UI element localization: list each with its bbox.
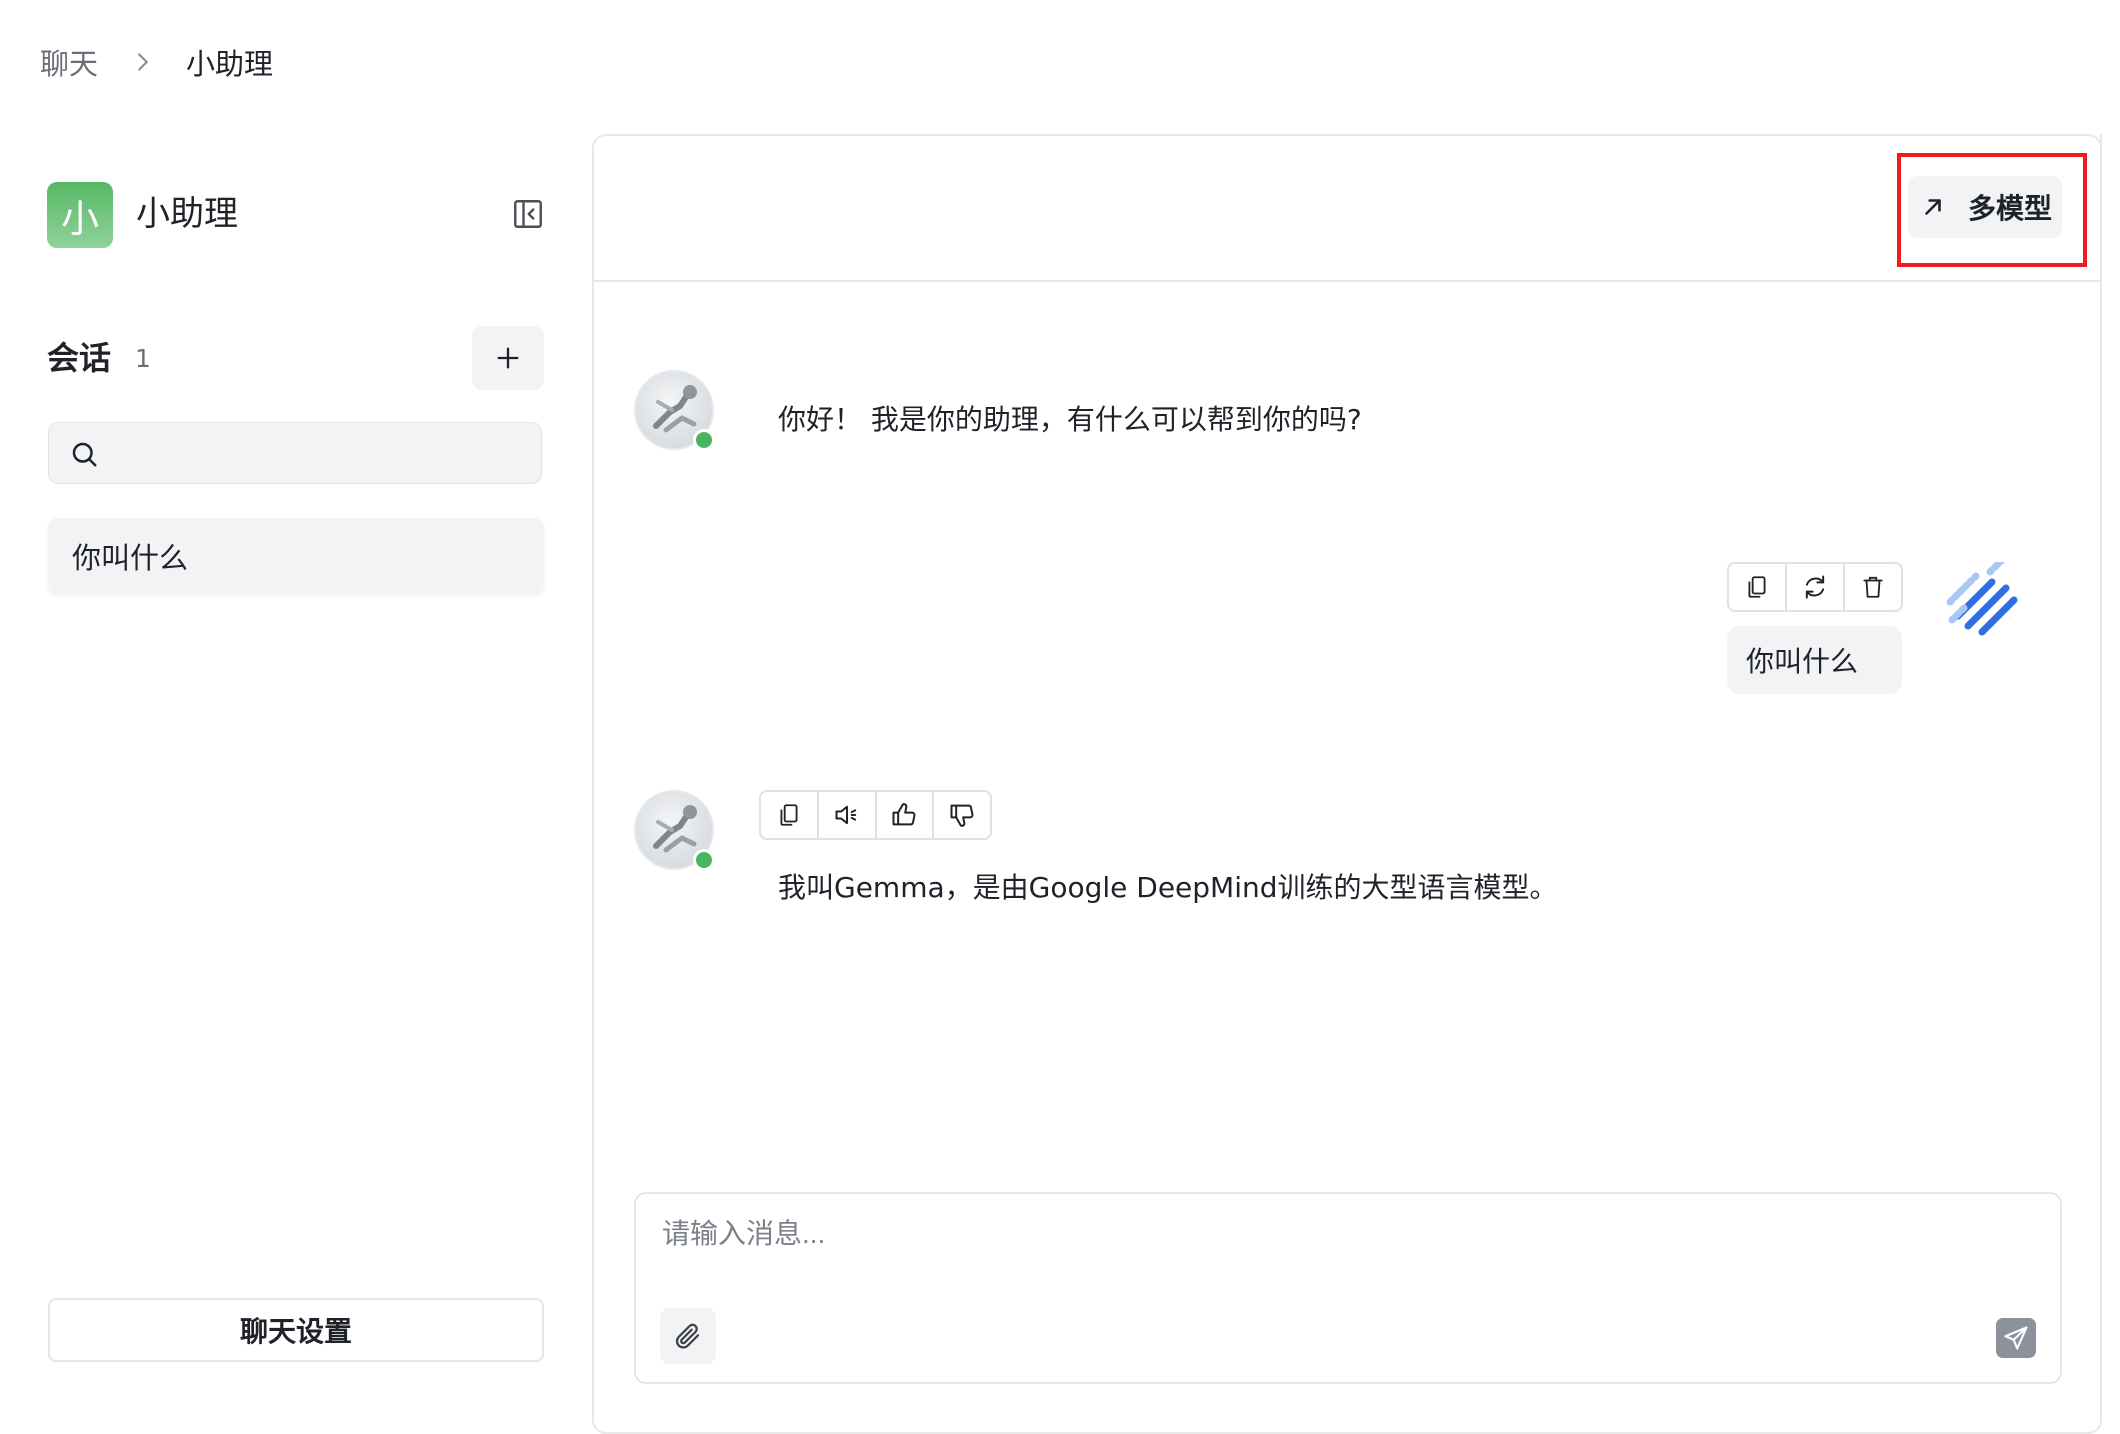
assistant-message-actions: [759, 790, 992, 840]
panel-edge: [2100, 134, 2102, 1412]
conversations-count: 1: [135, 344, 151, 373]
online-status-dot: [693, 849, 715, 871]
regenerate-button[interactable]: [1787, 564, 1845, 610]
app-avatar: 小: [47, 182, 113, 248]
user-message-text: 你叫什么: [1746, 645, 1859, 678]
thumbs-up-icon: [892, 803, 916, 826]
conversation-item-label: 你叫什么: [72, 541, 189, 575]
attach-button[interactable]: [660, 1308, 716, 1364]
user-message-bubble: 你叫什么: [1727, 626, 1902, 694]
message-input[interactable]: [660, 1210, 2034, 1274]
dislike-button[interactable]: [934, 792, 990, 838]
conversation-item[interactable]: 你叫什么: [48, 518, 544, 594]
conversation-search[interactable]: [48, 422, 542, 485]
user-avatar: [1944, 562, 2020, 638]
message-input-box: [634, 1192, 2062, 1384]
breadcrumb-current: 小助理: [186, 47, 274, 81]
chat-settings-button[interactable]: 聊天设置: [48, 1298, 544, 1362]
plus-icon: [497, 347, 519, 369]
conversations-title: 会话: [47, 339, 112, 377]
read-aloud-button[interactable]: [819, 792, 877, 838]
copy-button[interactable]: [761, 792, 819, 838]
user-message-actions: [1727, 562, 1903, 612]
breadcrumb-chat-link[interactable]: 聊天: [40, 41, 98, 83]
copy-icon: [1748, 576, 1766, 598]
send-button[interactable]: [1996, 1318, 2036, 1358]
copy-button[interactable]: [1729, 564, 1787, 610]
online-status-dot: [693, 429, 715, 451]
speaker-icon: [835, 805, 856, 825]
search-icon: [69, 439, 99, 469]
trash-icon: [1863, 576, 1883, 598]
delete-button[interactable]: [1845, 564, 1901, 610]
header-divider: [594, 280, 2100, 282]
assistant-message-text: 你好！ 我是你的助理，有什么可以帮到你的吗?: [778, 403, 1362, 436]
assistant-message-text: 我叫Gemma，是由Google DeepMind训练的大型语言模型。: [778, 871, 1558, 904]
send-icon: [2004, 1326, 2028, 1350]
copy-icon: [780, 804, 798, 826]
thumbs-down-icon: [950, 804, 974, 827]
paperclip-icon: [675, 1323, 700, 1349]
refresh-icon: [1805, 575, 1825, 599]
highlight-box: [1897, 153, 2087, 267]
search-input[interactable]: [113, 423, 537, 485]
collapse-sidebar-icon[interactable]: [510, 196, 546, 232]
breadcrumb: 聊天 小助理: [40, 40, 273, 84]
like-button[interactable]: [877, 792, 935, 838]
chevron-right-icon: [128, 47, 158, 77]
add-conversation-button[interactable]: [472, 326, 544, 390]
app-name: 小助理: [136, 194, 238, 234]
